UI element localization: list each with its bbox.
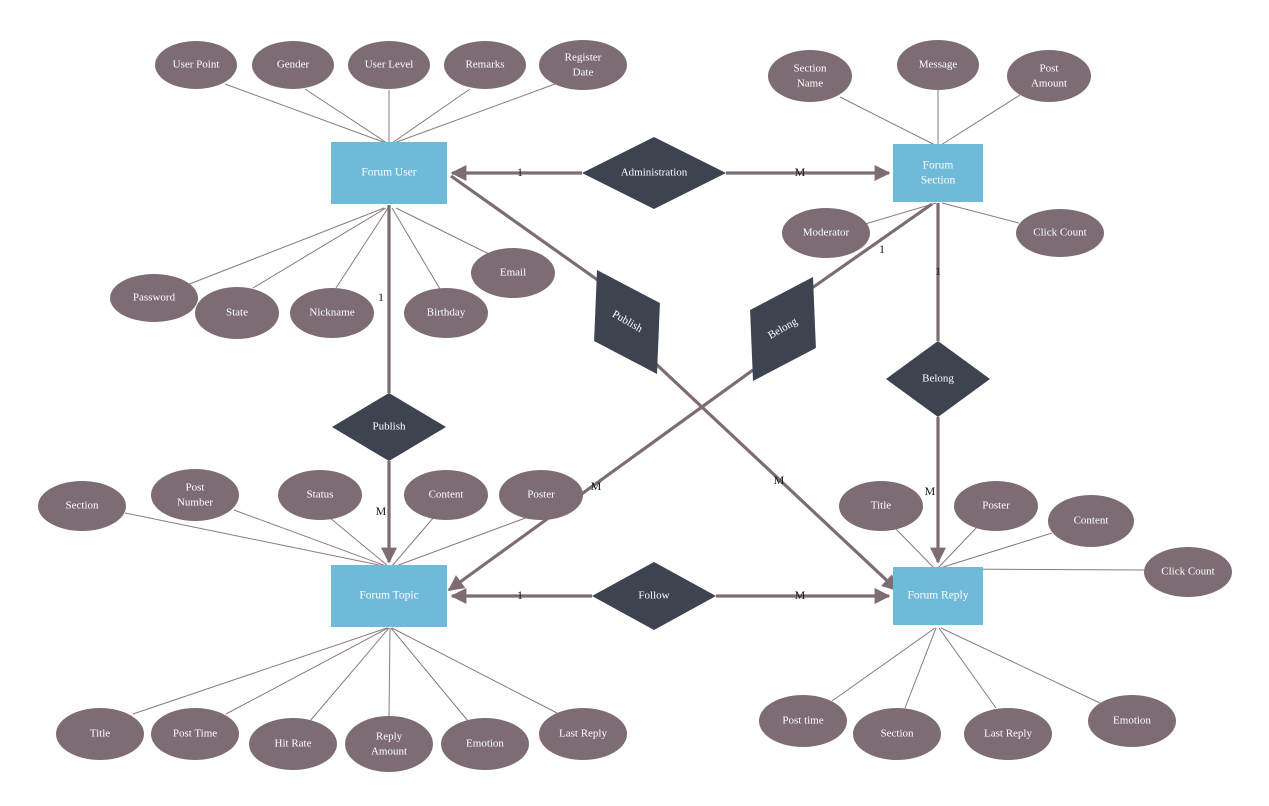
entity-node-forum-reply[interactable]: Forum Reply bbox=[893, 567, 983, 625]
attribute-node[interactable]: Register Date bbox=[539, 40, 627, 90]
attribute-node[interactable]: User Level bbox=[348, 41, 430, 89]
attribute-node[interactable]: Message bbox=[897, 40, 979, 90]
attribute-node[interactable]: Content bbox=[1048, 495, 1134, 547]
attribute-node[interactable]: User Point bbox=[155, 41, 237, 89]
cardinality-marker: 1 bbox=[879, 242, 885, 256]
entity-node-forum-section[interactable]: Forum Section bbox=[893, 144, 983, 202]
attribute-connectors-forum-reply-bottom bbox=[831, 627, 1101, 709]
attribute-node[interactable]: Section Name bbox=[768, 50, 852, 102]
entity-node-forum-user[interactable]: Forum User bbox=[331, 142, 447, 204]
attribute-node[interactable]: Birthday bbox=[404, 288, 488, 338]
attribute-node[interactable]: Last Reply bbox=[964, 708, 1052, 760]
entity-node-forum-topic[interactable]: Forum Topic bbox=[331, 565, 447, 627]
er-diagram-canvas: (M) Forum Section --> (M) Forum Topic (v… bbox=[0, 0, 1269, 806]
attribute-node[interactable]: Poster bbox=[499, 470, 583, 520]
attribute-node[interactable]: Content bbox=[404, 470, 488, 520]
attribute-node[interactable]: Emotion bbox=[1088, 695, 1176, 747]
relationship-node-publish-reply[interactable]: Publish bbox=[564, 251, 690, 393]
cardinality-marker: M bbox=[925, 484, 936, 498]
attribute-node[interactable]: Nickname bbox=[290, 288, 374, 338]
attribute-node[interactable]: Section bbox=[853, 708, 941, 760]
attribute-node[interactable]: Post Time bbox=[151, 708, 239, 760]
cardinality-marker: 1 bbox=[517, 588, 523, 602]
cardinality-marker: 1 bbox=[935, 264, 941, 278]
relationship-node-administration[interactable]: Administration bbox=[582, 137, 726, 209]
cardinality-marker: M bbox=[795, 165, 806, 179]
attribute-connectors-forum-user-bottom bbox=[186, 207, 490, 290]
attribute-node[interactable]: Status bbox=[278, 470, 362, 520]
attribute-connectors-forum-topic-bottom bbox=[132, 627, 558, 722]
cardinality-marker: M bbox=[376, 504, 387, 518]
attribute-node[interactable]: Emotion bbox=[441, 718, 529, 770]
attribute-node[interactable]: Click Count bbox=[1144, 547, 1232, 597]
relationship-node-belong-reply[interactable]: Belong bbox=[886, 341, 990, 417]
cardinality-marker: 1 bbox=[378, 290, 384, 304]
attribute-node[interactable]: Hit Rate bbox=[249, 718, 337, 770]
attribute-node[interactable]: Section bbox=[38, 481, 126, 531]
attribute-node[interactable]: Password bbox=[110, 274, 198, 322]
cardinality-marker: M bbox=[774, 473, 785, 487]
attribute-connectors-forum-user-top bbox=[224, 83, 556, 144]
attribute-node[interactable]: Moderator bbox=[782, 208, 870, 258]
cardinality-marker: M bbox=[795, 588, 806, 602]
relationship-node-publish-topic[interactable]: Publish bbox=[332, 393, 446, 461]
cardinality-marker: 1 bbox=[517, 165, 523, 179]
cardinality-marker: M bbox=[591, 479, 602, 493]
attribute-node[interactable]: State bbox=[195, 287, 279, 339]
relationship-node-follow[interactable]: Follow bbox=[592, 562, 716, 630]
attribute-node[interactable]: Poster bbox=[954, 481, 1038, 531]
attribute-node[interactable]: Title bbox=[839, 481, 923, 531]
attribute-node[interactable]: Reply Amount bbox=[345, 716, 433, 772]
attribute-node[interactable]: Remarks bbox=[444, 41, 526, 89]
attribute-node[interactable]: Post Number bbox=[151, 469, 239, 521]
attribute-node[interactable]: Email bbox=[471, 248, 555, 298]
attribute-node[interactable]: Gender bbox=[252, 41, 334, 89]
attribute-node[interactable]: Click Count bbox=[1016, 209, 1104, 257]
attribute-node[interactable]: Title bbox=[56, 708, 144, 760]
attribute-node[interactable]: Post Amount bbox=[1007, 50, 1091, 102]
er-diagram-svg: (M) Forum Section --> (M) Forum Topic (v… bbox=[38, 40, 1232, 772]
attribute-node[interactable]: Post time bbox=[759, 695, 847, 747]
attribute-node[interactable]: Last Reply bbox=[539, 708, 627, 760]
